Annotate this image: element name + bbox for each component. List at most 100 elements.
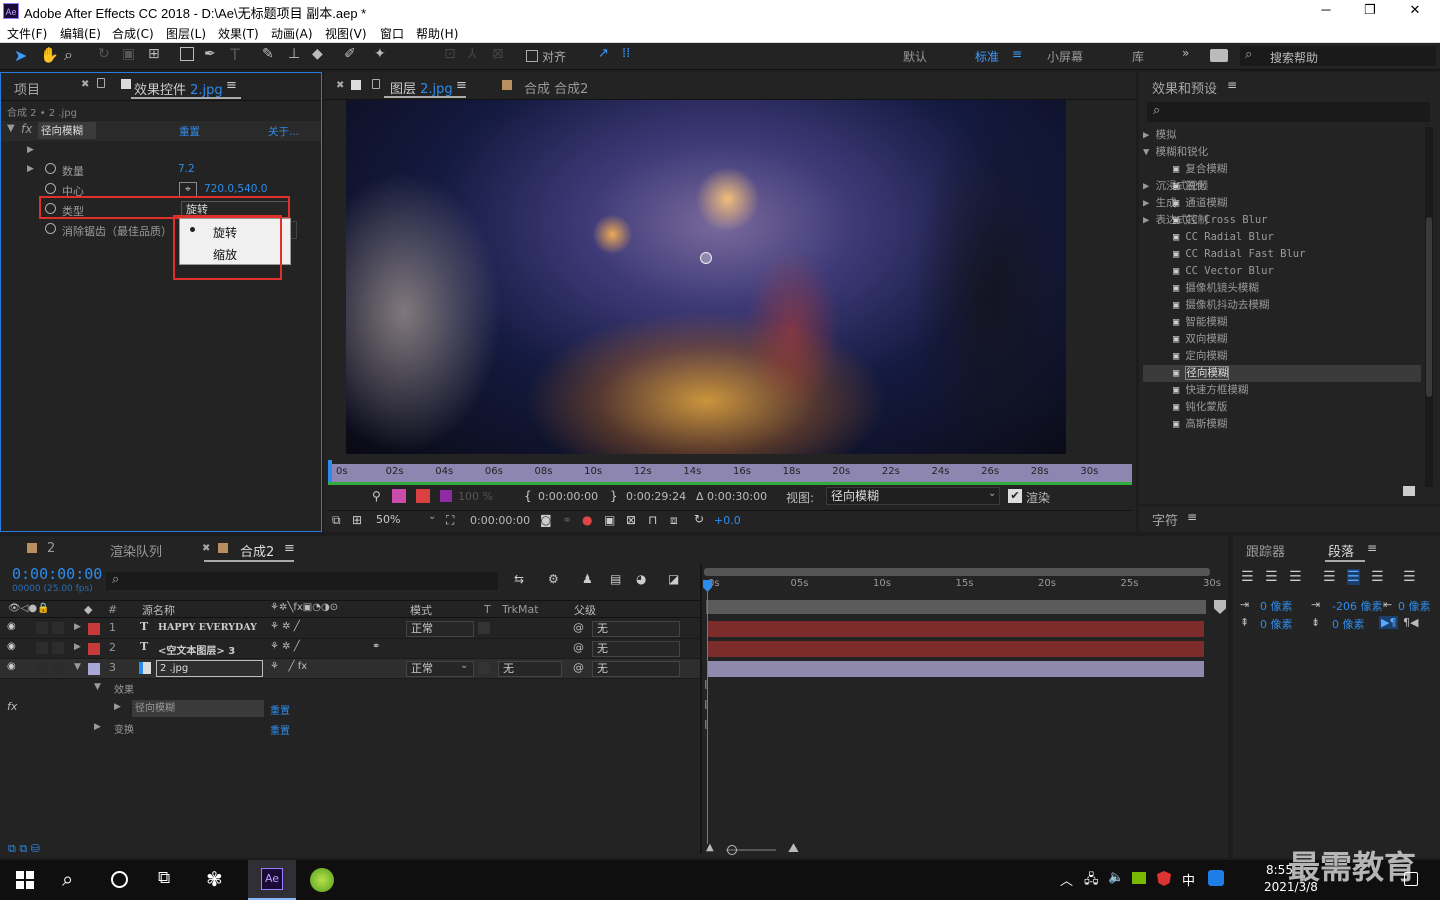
draft-3d-icon[interactable]: ⚙ bbox=[548, 572, 559, 586]
layer-preview-image[interactable] bbox=[346, 100, 1066, 454]
minimize-button[interactable]: ─ bbox=[1316, 2, 1336, 17]
transform-row[interactable]: ▶ 变换 重置 bbox=[0, 719, 700, 739]
selection-tool-icon[interactable]: ➤ bbox=[14, 46, 27, 65]
clone-stamp-tool-icon[interactable]: ⊥ bbox=[288, 46, 300, 62]
align-center-icon[interactable]: ☰ bbox=[1265, 569, 1278, 585]
prop-value-center[interactable]: 720.0,540.0 bbox=[204, 183, 267, 195]
eye-icon[interactable]: ◉ bbox=[7, 661, 16, 672]
network-icon[interactable]: 🖧 bbox=[1084, 870, 1099, 892]
show-channel-icon[interactable]: ⚲ bbox=[372, 489, 381, 503]
show-snapshot-icon[interactable]: ⚭ bbox=[562, 513, 572, 527]
security-shield-icon[interactable] bbox=[1157, 871, 1171, 886]
new-folder-icon[interactable] bbox=[1403, 486, 1415, 496]
collapse-arrow-icon[interactable]: ▼ bbox=[74, 662, 81, 672]
nvidia-icon[interactable] bbox=[1132, 872, 1146, 884]
parent-dropdown[interactable]: 无 bbox=[592, 661, 680, 677]
current-time-indicator[interactable] bbox=[707, 580, 708, 844]
justify-all-icon[interactable]: ☰ bbox=[1403, 569, 1416, 585]
menu-view[interactable]: 视图(V) bbox=[325, 25, 367, 42]
menu-animation[interactable]: 动画(A) bbox=[271, 25, 313, 42]
parent-pickwhip-icon[interactable]: @ bbox=[573, 641, 584, 654]
tree-category[interactable]: ▶ 模拟 bbox=[1143, 127, 1421, 144]
fx-icon[interactable]: fx bbox=[7, 700, 17, 713]
work-area-bar[interactable] bbox=[328, 482, 1132, 485]
tab-project[interactable]: 项目 bbox=[14, 79, 40, 98]
label-color-swatch[interactable] bbox=[88, 623, 100, 635]
menu-edit[interactable]: 编辑(E) bbox=[60, 25, 101, 42]
effect-item[interactable]: ▣ 钝化蒙版 bbox=[1143, 399, 1421, 416]
snapshot-icon[interactable]: ◙ bbox=[540, 513, 552, 527]
label-color-swatch[interactable] bbox=[88, 663, 100, 675]
effect-header-row[interactable]: ▼ fx 径向模糊 重置 关于... bbox=[1, 121, 321, 141]
menu-layer[interactable]: 图层(L) bbox=[166, 25, 206, 42]
indent-right-value[interactable]: 0 像素 bbox=[1398, 598, 1431, 614]
stopwatch-icon[interactable] bbox=[45, 163, 56, 174]
zoom-tool-icon[interactable]: ⌕ bbox=[64, 45, 73, 65]
view-axis-icon[interactable]: ⊠ bbox=[492, 46, 504, 62]
effect-item[interactable]: ▣ 智能模糊 bbox=[1143, 314, 1421, 331]
layer-switches[interactable]: ⚘ ✲ ╱ bbox=[270, 641, 300, 652]
3d-view-icon[interactable]: ⊓ bbox=[648, 513, 657, 527]
resolution-icon[interactable]: ▣ bbox=[604, 513, 615, 527]
layer-icon[interactable]: ⧈ bbox=[670, 513, 678, 528]
layer-switches[interactable]: ⚘ ✲ ╱ bbox=[270, 621, 300, 632]
layer-bar-1[interactable] bbox=[708, 621, 1204, 637]
layer-switches[interactable]: ⚘ ╱ fx bbox=[270, 661, 307, 672]
cortana-icon[interactable] bbox=[111, 871, 128, 888]
crosshair-icon[interactable]: ⌖ bbox=[179, 182, 197, 197]
viewer-time-ruler[interactable]: 0s 02s 04s 06s 08s 10s 12s 14s 16s 18s 20s 22s 24s 26… bbox=[328, 464, 1132, 482]
expand-arrow-icon[interactable]: ▶ bbox=[27, 164, 34, 174]
comp-mini-flowchart-icon[interactable]: ⇆ bbox=[514, 572, 524, 586]
effects-scrollbar[interactable] bbox=[1425, 127, 1433, 487]
workspace-standard[interactable]: 标准 bbox=[975, 48, 999, 65]
volume-icon[interactable]: 🔈 bbox=[1108, 870, 1124, 885]
effect-item[interactable]: ▣ 复合模糊 bbox=[1143, 161, 1421, 178]
tree-category[interactable]: ▼ 模糊和锐化 bbox=[1143, 144, 1421, 161]
expand-arrow-icon[interactable]: ▶ bbox=[94, 722, 101, 732]
zoom-out-icon[interactable]: ▲ bbox=[706, 842, 714, 853]
eye-icon[interactable]: ◉ bbox=[7, 621, 16, 632]
effect-item[interactable]: ▣ CC Radial Fast Blur bbox=[1143, 246, 1421, 263]
space-before-value[interactable]: 0 像素 bbox=[1260, 616, 1293, 632]
timeline-end-marker-icon[interactable] bbox=[1214, 600, 1226, 614]
ltr-direction-icon[interactable]: ▶¶ bbox=[1379, 616, 1399, 629]
grid-icon[interactable]: ⊞ bbox=[352, 513, 362, 527]
panel-menu-icon[interactable]: ≡ bbox=[226, 78, 237, 93]
puppet-tool-icon[interactable]: ✦ bbox=[374, 46, 386, 62]
effect-item[interactable]: ▣ 双向模糊 bbox=[1143, 331, 1421, 348]
effect-item[interactable]: ▣ 摄像机镜头模糊 bbox=[1143, 280, 1421, 297]
layer-name[interactable]: <空文本图层> 3 bbox=[158, 642, 235, 657]
pan-behind-tool-icon[interactable]: ⊞ bbox=[148, 46, 160, 62]
workspace-small-screen[interactable]: 小屏幕 bbox=[1047, 48, 1083, 65]
parent-dropdown[interactable]: 无 bbox=[592, 641, 680, 657]
region-of-interest-icon[interactable]: ⛶ bbox=[446, 513, 454, 528]
sync-settings-icon[interactable] bbox=[1210, 49, 1228, 62]
about-link[interactable]: 关于... bbox=[268, 124, 299, 139]
col-name-header[interactable]: 源名称 bbox=[142, 602, 175, 618]
expand-arrow-icon[interactable]: ▶ bbox=[74, 622, 81, 632]
timeline-search-field[interactable]: ⌕ bbox=[106, 572, 498, 590]
close-icon[interactable]: ✖ bbox=[336, 80, 344, 91]
blend-mode-dropdown[interactable]: 正常 bbox=[406, 621, 474, 637]
first-line-indent-value[interactable]: -206 像素 bbox=[1332, 598, 1382, 614]
lock-icon[interactable] bbox=[97, 78, 105, 88]
in-point-icon[interactable]: { bbox=[524, 489, 532, 503]
align-right-icon[interactable]: ☰ bbox=[1289, 569, 1302, 585]
render-checkbox[interactable]: ✔ bbox=[1008, 489, 1022, 503]
local-axis-icon[interactable]: ⊡ bbox=[444, 46, 456, 62]
effect-row[interactable]: fx ▶ 径向模糊 重置 bbox=[0, 699, 700, 719]
parent-pickwhip-icon[interactable]: @ bbox=[573, 621, 584, 634]
after-effects-taskbar-icon[interactable]: Ae bbox=[248, 860, 296, 900]
effect-item[interactable]: ▣ 通道模糊 bbox=[1143, 195, 1421, 212]
chevron-down-icon[interactable]: ⌄ bbox=[428, 511, 436, 522]
shy-layers-icon[interactable]: ♟ bbox=[582, 572, 593, 586]
viewer-current-time-marker[interactable] bbox=[328, 460, 332, 484]
notification-icon[interactable] bbox=[1404, 872, 1418, 886]
transparency-grid-icon[interactable]: ⊠ bbox=[626, 513, 636, 527]
preserve-transparency-checkbox[interactable] bbox=[478, 662, 490, 674]
view-dropdown[interactable]: 径向模糊 bbox=[826, 487, 1000, 505]
layer-name[interactable]: HAPPY EVERYDAY bbox=[158, 622, 257, 633]
opacity-value[interactable]: 100 % bbox=[458, 490, 493, 503]
search-help-field[interactable]: ⌕ 搜索帮助 bbox=[1240, 46, 1436, 66]
justify-last-right-icon[interactable]: ☰ bbox=[1371, 569, 1384, 585]
